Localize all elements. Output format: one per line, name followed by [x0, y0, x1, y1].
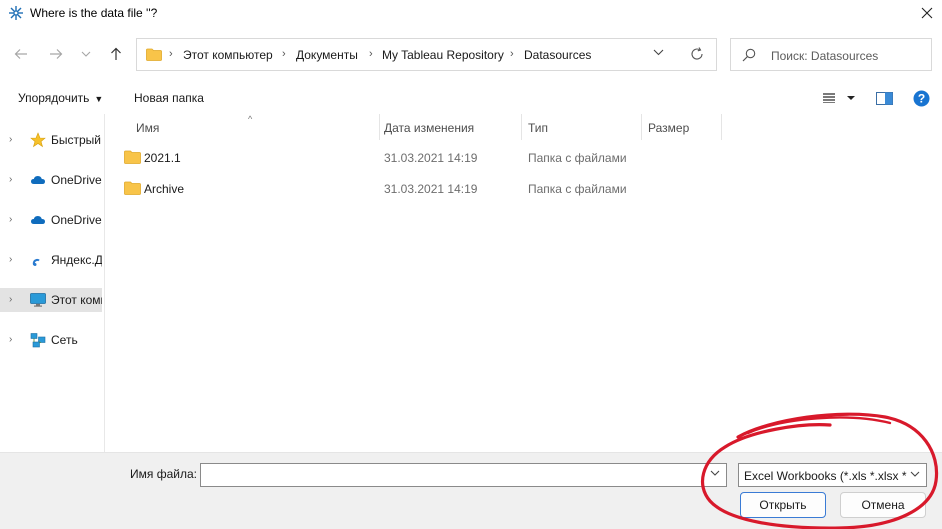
search-icon — [742, 48, 756, 62]
filename-input[interactable] — [200, 463, 727, 487]
file-type: Папка с файлами — [528, 182, 627, 196]
caret-down-icon: ▼ — [94, 94, 104, 104]
window-title: Where is the data file ''? — [30, 6, 158, 20]
title-bar: Where is the data file ''? — [0, 0, 942, 26]
star-icon — [30, 132, 46, 148]
sidebar-item-label: OneDrive — [51, 173, 102, 187]
address-bar[interactable]: › Этот компьютер › Документы › My Tablea… — [136, 38, 717, 71]
sidebar-item-label: Этот компьютер — [51, 293, 102, 307]
file-date: 31.03.2021 14:19 — [384, 182, 478, 196]
organize-label: Упорядочить — [18, 91, 90, 105]
computer-icon — [30, 293, 46, 307]
file-date: 31.03.2021 14:19 — [384, 151, 478, 165]
file-name: Archive — [144, 182, 185, 196]
tableau-app-icon — [9, 6, 23, 20]
file-row[interactable]: 2021.1 31.03.2021 14:19 Папка с файлами — [119, 147, 719, 169]
sidebar-item-this-pc[interactable]: › Этот компьютер — [0, 288, 102, 312]
chevron-right-icon[interactable]: › — [9, 254, 12, 265]
column-header-name[interactable]: Имя — [130, 114, 380, 140]
sidebar-item-label: Быстрый — [51, 133, 101, 147]
column-header-label: Имя — [136, 121, 160, 135]
chevron-down-icon[interactable] — [710, 470, 720, 476]
breadcrumb-separator: › — [282, 48, 286, 60]
navigation-pane[interactable]: › Быстрый › OneDrive › OneDrive › Яндекс… — [0, 114, 104, 452]
network-icon — [30, 333, 46, 348]
address-history-dropdown[interactable] — [653, 49, 664, 56]
footer-panel: Имя файла: Excel Workbooks (*.xls *.xlsx… — [0, 452, 942, 529]
sidebar-item-yandex-disk[interactable]: › Яндекс.Ди — [0, 248, 102, 272]
breadcrumb-separator: › — [169, 48, 173, 60]
close-icon — [921, 7, 933, 19]
close-button[interactable] — [912, 0, 942, 26]
sidebar-item-label: Сеть — [51, 333, 78, 347]
new-folder-button[interactable]: Новая папка — [134, 91, 204, 105]
breadcrumb-item[interactable]: Этот компьютер — [183, 48, 273, 62]
column-header-label: Тип — [528, 121, 549, 135]
sidebar-item-onedrive[interactable]: › OneDrive — [0, 168, 102, 192]
recent-locations-button[interactable] — [76, 44, 96, 64]
file-type-filter-value: Excel Workbooks (*.xls *.xlsx *.xlsm) — [744, 469, 907, 483]
chevron-right-icon[interactable]: › — [9, 294, 12, 305]
sidebar-item-quick-access[interactable]: › Быстрый — [0, 128, 102, 152]
cloud-icon — [31, 176, 45, 184]
preview-pane-button[interactable] — [876, 92, 893, 105]
arrow-right-icon — [50, 49, 63, 59]
search-placeholder: Поиск: Datasources — [771, 49, 879, 63]
file-list[interactable]: ^ Имя Дата изменения Тип Размер 2021.1 3… — [105, 114, 942, 452]
column-header-label: Дата изменения — [384, 121, 475, 135]
breadcrumb-separator: › — [369, 48, 373, 60]
file-type: Папка с файлами — [528, 151, 627, 165]
chevron-down-icon — [81, 51, 91, 57]
folder-icon — [124, 181, 141, 195]
chevron-right-icon[interactable]: › — [9, 134, 12, 145]
breadcrumb-item[interactable]: Документы — [296, 48, 358, 62]
arrow-up-icon — [111, 47, 121, 60]
cloud-icon — [31, 216, 45, 224]
column-header-date[interactable]: Дата изменения — [378, 114, 522, 140]
up-button[interactable] — [106, 44, 126, 64]
command-bar: Упорядочить ▼ Новая папка ? — [0, 84, 942, 112]
chevron-right-icon[interactable]: › — [9, 214, 12, 225]
chevron-right-icon[interactable]: › — [9, 174, 12, 185]
column-header-type[interactable]: Тип — [522, 114, 642, 140]
chevron-down-icon — [910, 471, 920, 477]
open-button[interactable]: Открыть — [740, 492, 826, 518]
svg-text:?: ? — [918, 92, 925, 106]
arrow-left-icon — [14, 49, 27, 59]
folder-icon — [146, 48, 162, 61]
folder-icon — [124, 150, 141, 164]
navigation-row: › Этот компьютер › Документы › My Tablea… — [0, 36, 942, 74]
yandex-disk-icon — [32, 258, 40, 266]
file-type-filter[interactable]: Excel Workbooks (*.xls *.xlsx *.xlsm) — [738, 463, 927, 487]
file-name: 2021.1 — [144, 151, 181, 165]
chevron-right-icon[interactable]: › — [9, 334, 12, 345]
search-input[interactable]: Поиск: Datasources — [730, 38, 932, 71]
filename-label: Имя файла: — [130, 467, 197, 481]
help-icon[interactable]: ? — [913, 90, 930, 107]
breadcrumb-item[interactable]: Datasources — [524, 48, 591, 62]
column-divider[interactable] — [721, 114, 722, 140]
organize-button[interactable]: Упорядочить ▼ — [18, 91, 103, 105]
column-header-size[interactable]: Размер — [642, 114, 722, 140]
view-options-button[interactable] — [823, 93, 855, 103]
sidebar-item-network[interactable]: › Сеть — [0, 328, 102, 352]
cancel-button[interactable]: Отмена — [840, 492, 926, 518]
breadcrumb-item[interactable]: My Tableau Repository — [382, 48, 504, 62]
sidebar-item-label: Яндекс.Ди — [51, 253, 102, 267]
forward-button[interactable] — [46, 44, 66, 64]
refresh-icon[interactable] — [690, 47, 704, 61]
sidebar-item-label: OneDrive — [51, 213, 102, 227]
sidebar-item-onedrive[interactable]: › OneDrive — [0, 208, 102, 232]
column-header-label: Размер — [648, 121, 690, 135]
breadcrumb-separator: › — [510, 48, 514, 60]
back-button[interactable] — [11, 44, 31, 64]
file-row[interactable]: Archive 31.03.2021 14:19 Папка с файлами — [119, 178, 719, 200]
